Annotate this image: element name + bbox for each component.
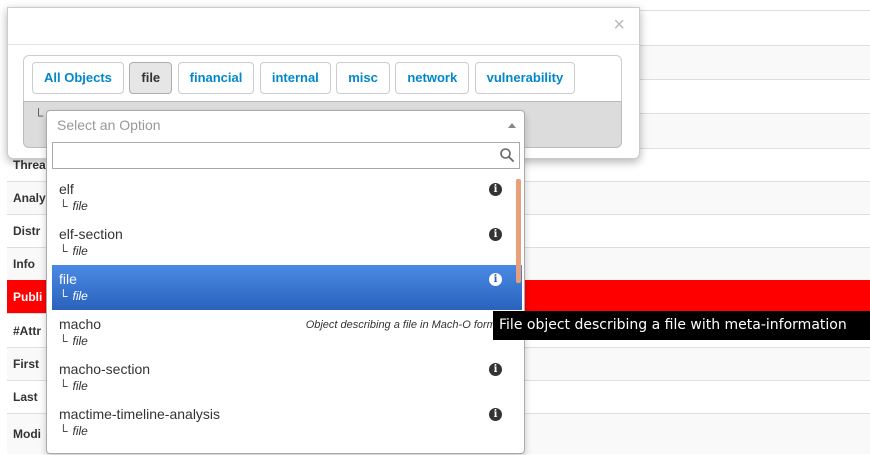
list-item[interactable]: macho-section └ file i [52, 355, 522, 400]
result-category: └ file [59, 334, 88, 348]
chevron-up-icon[interactable] [508, 123, 516, 128]
result-name: elf-section [59, 226, 123, 242]
result-description: Object describing a file in Mach-O forma… [305, 319, 505, 331]
modal-header: × [8, 8, 639, 45]
list-item[interactable]: mactime-timeline-analysis └ file i [52, 400, 522, 445]
tab-misc[interactable]: misc [336, 62, 390, 94]
result-category: └ file [59, 199, 88, 213]
select-display[interactable]: Select an Option [47, 111, 524, 140]
list-item[interactable]: macho └ file Object describing a file in … [52, 310, 522, 355]
info-icon[interactable]: i [489, 183, 502, 196]
result-name: file [59, 271, 77, 287]
result-category: └ file [59, 244, 88, 258]
result-category: └ file [59, 379, 88, 393]
result-category: └ file [59, 424, 88, 438]
result-name: macho-section [59, 361, 151, 377]
template-select-dropdown[interactable]: Select an Option elf └ file i elf-section… [46, 110, 525, 454]
info-icon[interactable]: i [489, 408, 502, 421]
close-icon[interactable]: × [613, 15, 625, 35]
tree-branch-icon: └ [34, 108, 44, 123]
result-name: mactime-timeline-analysis [59, 406, 221, 422]
tab-internal[interactable]: internal [259, 62, 331, 94]
search-icon [500, 148, 514, 162]
list-item[interactable]: elf-section └ file i [52, 220, 522, 265]
tab-financial[interactable]: financial [177, 62, 255, 94]
select-placeholder: Select an Option [57, 117, 161, 133]
search-row [52, 142, 520, 169]
search-input[interactable] [52, 142, 520, 169]
result-category: └ file [59, 289, 88, 303]
tab-network[interactable]: network [395, 62, 470, 94]
tab-all-objects[interactable]: All Objects [32, 62, 124, 94]
tab-vulnerability[interactable]: vulnerability [474, 62, 576, 94]
list-item[interactable]: elf └ file i [52, 175, 522, 220]
info-icon[interactable]: i [489, 228, 502, 241]
results-list: elf └ file i elf-section └ file i file └ fi… [52, 175, 522, 455]
info-icon[interactable]: i [489, 273, 502, 286]
tab-file[interactable]: file [129, 62, 173, 94]
info-icon[interactable]: i [489, 363, 502, 376]
tooltip: File object describing a file with meta-… [493, 311, 870, 340]
scrollbar-thumb[interactable] [516, 179, 521, 283]
category-tabs: All Objects file financial internal misc… [23, 55, 622, 101]
list-item-highlighted[interactable]: file └ file i [52, 265, 522, 310]
result-name: elf [59, 181, 74, 197]
